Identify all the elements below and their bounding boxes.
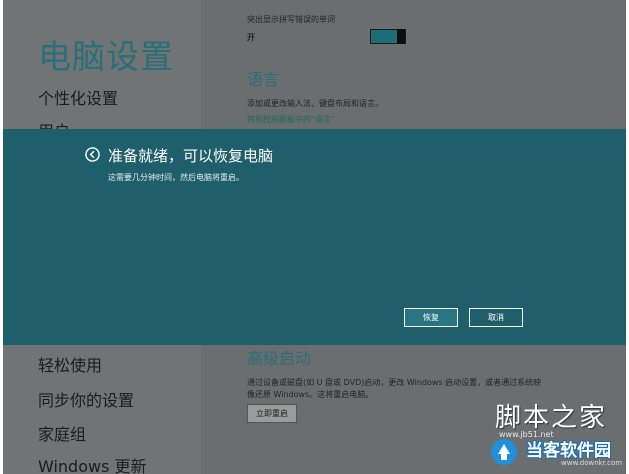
advanced-description-line1: 通过设备或磁盘(如 U 盘或 DVD)启动，更改 Windows 启动设置，或者… [247, 378, 542, 387]
dialog-description: 这需要几分钟时间，然后电脑将重启。 [108, 173, 244, 182]
nav-item-sync-settings[interactable]: 同步你的设置 [38, 387, 134, 411]
restore-dialog: 准备就绪，可以恢复电脑 这需要几分钟时间，然后电脑将重启。 恢复 取消 [3, 129, 626, 345]
spelling-label: 突出显示拼写错误的单词 [247, 15, 335, 24]
nav-item-windows-update[interactable]: Windows 更新 [38, 453, 147, 474]
restore-button[interactable]: 恢复 [404, 308, 458, 327]
watermark-site-text: 脚本之家 [495, 403, 608, 433]
dialog-title: 准备就绪，可以恢复电脑 [108, 147, 274, 165]
logo-text: 当客软件园 [526, 441, 611, 461]
spelling-toggle[interactable] [370, 29, 406, 44]
nav-item-homegroup[interactable]: 家庭组 [38, 421, 86, 445]
toggle-thumb [397, 29, 405, 44]
logo-url: www.downkr.com [561, 459, 623, 467]
nav-item-personalize[interactable]: 个性化设置 [38, 85, 118, 109]
spelling-state: 开 [247, 33, 255, 42]
advanced-description-line2: 像还原 Windows。这将重启电脑。 [247, 390, 374, 399]
advanced-startup-heading: 高级启动 [247, 349, 312, 368]
cancel-button[interactable]: 取消 [469, 308, 523, 327]
back-arrow-icon[interactable] [85, 147, 100, 162]
restart-now-button[interactable]: 立即重启 [247, 404, 297, 423]
site-logo-icon [491, 439, 517, 465]
language-heading: 语言 [247, 70, 280, 89]
language-description: 添加或更改输入法、键盘布局和语言。 [247, 99, 383, 108]
language-link[interactable]: 转到控制面板中的“语言” [247, 114, 335, 125]
page-title: 电脑设置 [38, 37, 174, 76]
nav-item-ease-of-access[interactable]: 轻松使用 [38, 352, 102, 376]
settings-window: 电脑设置 个性化设置 用户 轻松使用 同步你的设置 家庭组 Windows 更新… [3, 0, 626, 474]
